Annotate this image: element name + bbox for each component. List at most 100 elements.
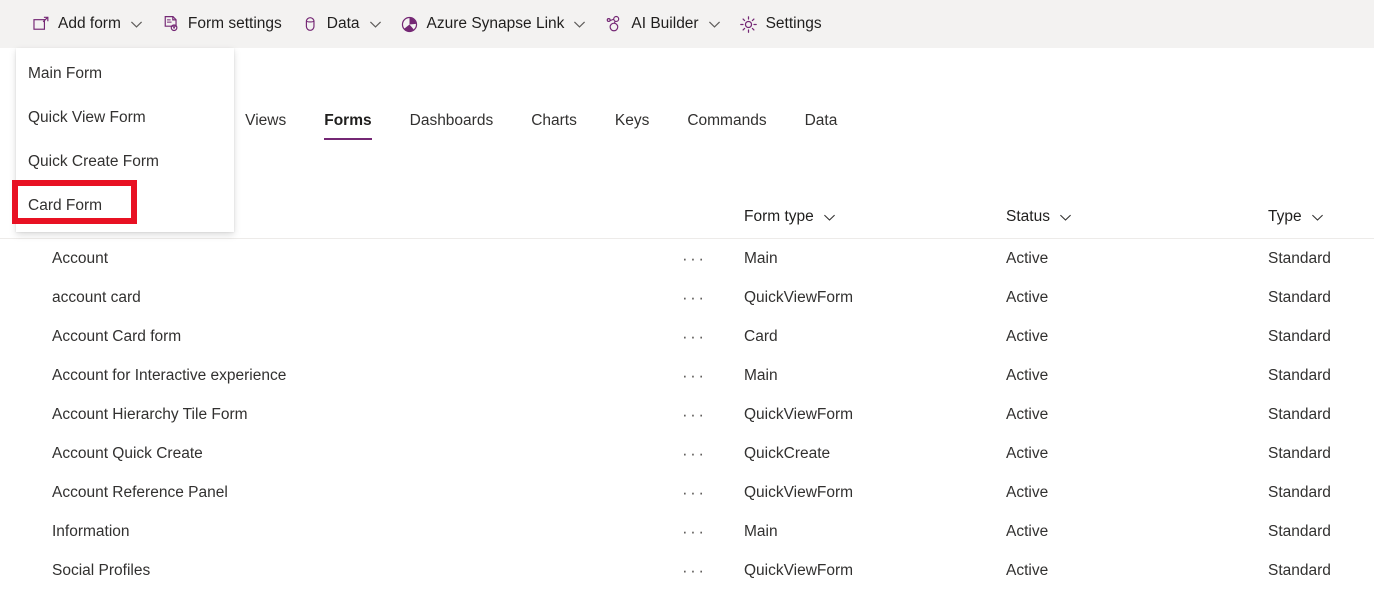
tab-data[interactable]: Data: [805, 105, 838, 140]
data-button[interactable]: Data: [291, 0, 391, 48]
grid-rows: Account ··· Main Active Standard account card…: [0, 239, 1374, 590]
cell-status: Active: [1006, 522, 1049, 540]
table-row[interactable]: Information ··· Main Active Standard: [0, 512, 1374, 551]
cell-form-type: QuickViewForm: [744, 483, 854, 501]
form-settings-button[interactable]: Form settings: [152, 0, 291, 48]
cell-form-name[interactable]: Account Reference Panel: [0, 484, 682, 502]
settings-label: Settings: [765, 15, 822, 32]
menu-item-quick-create-form[interactable]: Quick Create Form: [16, 140, 234, 184]
column-header-form-type-label: Form type: [744, 208, 814, 225]
cell-form-type: Main: [744, 249, 778, 267]
chevron-down-icon[interactable]: [573, 18, 586, 31]
menu-item-main-form[interactable]: Main Form: [16, 52, 234, 96]
add-form-button[interactable]: Add form: [22, 0, 152, 48]
column-header-status[interactable]: Status: [1006, 208, 1268, 226]
tab-keys[interactable]: Keys: [615, 105, 649, 140]
cell-form-type: QuickCreate: [744, 444, 831, 462]
cell-type: Standard: [1268, 366, 1331, 384]
cell-status: Active: [1006, 561, 1049, 579]
cell-status: Active: [1006, 483, 1049, 501]
cell-form-type: Main: [744, 522, 778, 540]
azure-synapse-link-button[interactable]: Azure Synapse Link: [391, 0, 596, 48]
table-row[interactable]: Account Hierarchy Tile Form ··· QuickViewF…: [0, 395, 1374, 434]
table-row[interactable]: Social Profiles ··· QuickViewForm Active Sta…: [0, 551, 1374, 590]
chevron-down-icon[interactable]: [1059, 211, 1072, 224]
more-options-icon[interactable]: ···: [682, 484, 706, 501]
chevron-down-icon[interactable]: [130, 18, 143, 31]
table-row[interactable]: Account for Interactive experience ··· Mai…: [0, 356, 1374, 395]
cell-form-name[interactable]: Social Profiles: [0, 562, 682, 580]
cell-type: Standard: [1268, 249, 1331, 267]
gear-icon: [739, 14, 759, 34]
cell-row-actions: ···: [682, 445, 744, 462]
more-options-icon[interactable]: ···: [682, 406, 706, 423]
more-options-icon[interactable]: ···: [682, 289, 706, 306]
chevron-down-icon[interactable]: [823, 211, 836, 224]
cell-row-actions: ···: [682, 289, 744, 306]
tab-forms[interactable]: Forms: [324, 105, 373, 140]
cell-row-actions: ···: [682, 406, 744, 423]
form-settings-icon: [161, 14, 181, 34]
cell-form-name[interactable]: Account Card form: [0, 328, 682, 346]
cell-type: Standard: [1268, 444, 1331, 462]
add-form-menu: Main Form Quick View Form Quick Create F…: [16, 48, 234, 232]
forms-page: Add form Form settings Data Azure Synaps…: [0, 0, 1374, 594]
chevron-down-icon[interactable]: [369, 18, 382, 31]
cell-form-name[interactable]: account card: [0, 289, 682, 307]
cell-form-type: QuickViewForm: [744, 288, 854, 306]
column-header-status-label: Status: [1006, 208, 1050, 225]
tab-commands[interactable]: Commands: [687, 105, 766, 140]
azure-synapse-link-label: Azure Synapse Link: [426, 15, 565, 32]
menu-item-quick-view-form[interactable]: Quick View Form: [16, 96, 234, 140]
ai-builder-icon: [604, 14, 624, 34]
more-options-icon[interactable]: ···: [682, 445, 706, 462]
more-options-icon[interactable]: ···: [682, 328, 706, 345]
settings-button[interactable]: Settings: [730, 0, 831, 48]
chevron-down-icon[interactable]: [1311, 211, 1324, 224]
cell-type: Standard: [1268, 327, 1331, 345]
cell-form-type: QuickViewForm: [744, 561, 854, 579]
add-form-icon: [31, 14, 51, 34]
cell-form-type: QuickViewForm: [744, 405, 854, 423]
cell-type: Standard: [1268, 288, 1331, 306]
more-options-icon[interactable]: ···: [682, 523, 706, 540]
more-options-icon[interactable]: ···: [682, 367, 706, 384]
more-options-icon[interactable]: ···: [682, 562, 706, 579]
cell-row-actions: ···: [682, 484, 744, 501]
table-row[interactable]: account card ··· QuickViewForm Active Standa…: [0, 278, 1374, 317]
cell-status: Active: [1006, 288, 1049, 306]
tab-views[interactable]: Views: [245, 105, 286, 140]
table-row[interactable]: Account Reference Panel ··· QuickViewForm A…: [0, 473, 1374, 512]
cell-form-name[interactable]: Account Hierarchy Tile Form: [0, 406, 682, 424]
cell-row-actions: ···: [682, 523, 744, 540]
cell-form-type: Main: [744, 366, 778, 384]
more-options-icon[interactable]: ···: [682, 250, 706, 267]
table-row[interactable]: Account Quick Create ··· QuickCreate Active…: [0, 434, 1374, 473]
cell-row-actions: ···: [682, 367, 744, 384]
column-header-type-label: Type: [1268, 208, 1302, 225]
cell-type: Standard: [1268, 561, 1331, 579]
table-row[interactable]: Account Card form ··· Card Active Standard: [0, 317, 1374, 356]
ai-builder-label: AI Builder: [631, 15, 699, 32]
cell-form-name[interactable]: Information: [0, 523, 682, 541]
cell-form-name[interactable]: Account for Interactive experience: [0, 367, 682, 385]
column-header-type[interactable]: Type: [1268, 208, 1374, 226]
table-row[interactable]: Account ··· Main Active Standard: [0, 239, 1374, 278]
cell-form-name[interactable]: Account: [0, 250, 682, 268]
cell-status: Active: [1006, 405, 1049, 423]
data-label: Data: [326, 15, 360, 32]
command-bar: Add form Form settings Data Azure Synaps…: [0, 0, 1374, 48]
cell-status: Active: [1006, 249, 1049, 267]
cell-form-type: Card: [744, 327, 778, 345]
chevron-down-icon[interactable]: [708, 18, 721, 31]
column-header-form-type[interactable]: Form type: [744, 208, 1006, 226]
menu-item-card-form[interactable]: Card Form: [16, 184, 234, 228]
cell-form-name[interactable]: Account Quick Create: [0, 445, 682, 463]
tab-charts[interactable]: Charts: [531, 105, 577, 140]
cell-type: Standard: [1268, 522, 1331, 540]
ai-builder-button[interactable]: AI Builder: [595, 0, 729, 48]
cell-status: Active: [1006, 327, 1049, 345]
cell-status: Active: [1006, 444, 1049, 462]
cell-row-actions: ···: [682, 250, 744, 267]
tab-dashboards[interactable]: Dashboards: [410, 105, 494, 140]
